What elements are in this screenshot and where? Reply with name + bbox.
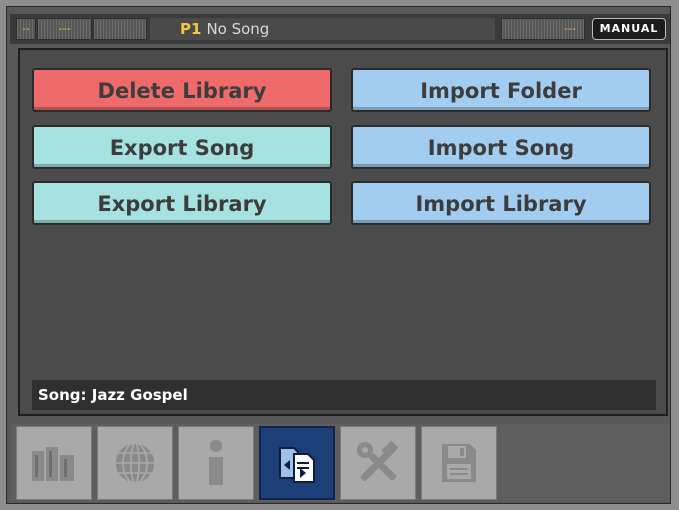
- import-song-button[interactable]: Import Song: [351, 125, 651, 169]
- program-song-display: P1 No Song: [150, 18, 495, 40]
- selected-song-bar: Song: Jazz Gospel: [32, 380, 656, 410]
- tab-library[interactable]: [16, 426, 92, 500]
- library-actions-panel: Delete Library Import Folder Export Song…: [18, 48, 668, 416]
- floppy-disk-icon: [442, 444, 476, 482]
- export-song-button[interactable]: Export Song: [32, 125, 332, 169]
- delete-library-button[interactable]: Delete Library: [32, 68, 332, 112]
- info-icon: [209, 440, 223, 485]
- status-segment-right: ---: [501, 18, 585, 40]
- tab-info[interactable]: [178, 426, 254, 500]
- program-number: P1: [180, 20, 202, 38]
- tab-globe[interactable]: [97, 426, 173, 500]
- status-bar: -- --- P1 No Song --- MANUAL: [10, 14, 670, 44]
- globe-grid-icon: [114, 442, 156, 484]
- tab-tools[interactable]: [340, 426, 416, 500]
- status-segment-b: ---: [37, 18, 92, 40]
- current-song-name: No Song: [206, 20, 270, 38]
- library-books-icon: [32, 447, 74, 481]
- bottom-tab-bar: [10, 424, 670, 502]
- file-transfer-icon: [279, 447, 315, 483]
- manual-mode-button[interactable]: MANUAL: [592, 18, 666, 40]
- status-segment-a: --: [16, 18, 36, 40]
- tools-icon: [357, 440, 399, 482]
- import-library-button[interactable]: Import Library: [351, 181, 651, 225]
- status-segment-c: [93, 18, 147, 40]
- tab-save[interactable]: [421, 426, 497, 500]
- import-folder-button[interactable]: Import Folder: [351, 68, 651, 112]
- export-library-button[interactable]: Export Library: [32, 181, 332, 225]
- tab-file-transfer[interactable]: [259, 426, 335, 500]
